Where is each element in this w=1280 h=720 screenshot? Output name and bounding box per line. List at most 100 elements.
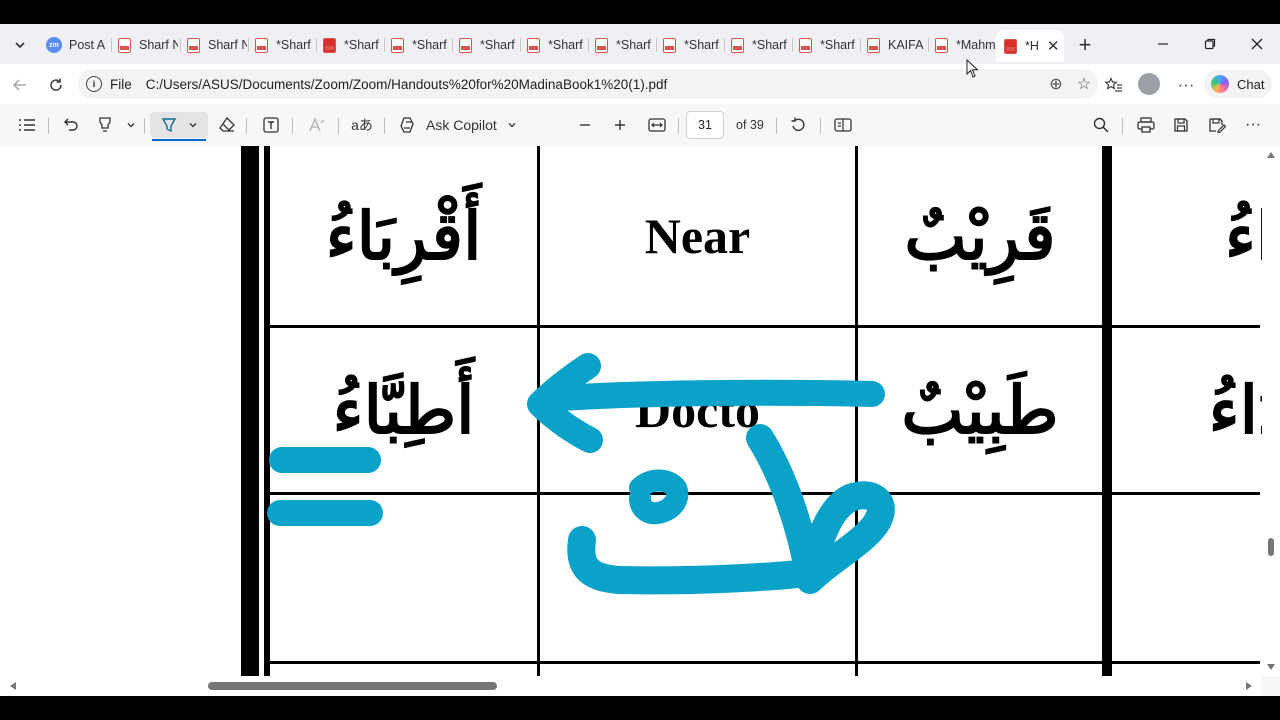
tab-0[interactable]: zm Post A	[46, 32, 108, 58]
table-border-thick	[241, 146, 259, 676]
vertical-scroll-thumb[interactable]	[1268, 538, 1274, 556]
tab-separator	[792, 38, 793, 52]
print-button[interactable]	[1135, 112, 1157, 138]
table-row-line	[270, 492, 1260, 495]
toolbar-separator	[1122, 118, 1123, 134]
back-arrow-icon	[12, 79, 26, 91]
read-aloud-button[interactable]: aあ	[350, 112, 374, 138]
tab-label: *Sharf	[276, 38, 311, 52]
save-button[interactable]	[1170, 112, 1192, 138]
print-icon	[1137, 117, 1155, 133]
vertical-scrollbar[interactable]	[1262, 146, 1280, 676]
pdf-icon	[254, 37, 268, 53]
page-total: of 39	[736, 118, 764, 132]
chat-label: Chat	[1237, 76, 1265, 92]
table-border-gap	[260, 146, 263, 676]
toolbar-separator	[820, 118, 821, 134]
tab-separator	[316, 38, 317, 52]
toolbar-separator	[292, 118, 293, 134]
tab-10[interactable]: *Sharf	[729, 32, 791, 58]
toolbar-separator	[776, 118, 777, 134]
more-dots-icon: ···	[1245, 116, 1261, 133]
tab-active[interactable]: *H ✕	[996, 30, 1064, 62]
minus-icon	[580, 124, 590, 126]
highlight-button[interactable]	[150, 112, 208, 141]
scroll-down-arrow-icon[interactable]	[1267, 664, 1275, 670]
save-as-button[interactable]	[1206, 112, 1228, 138]
tab-13[interactable]: *Mahm	[933, 32, 995, 58]
table-row-line	[270, 661, 1260, 664]
contents-button[interactable]	[16, 112, 38, 138]
pdf-more-button[interactable]: ···	[1242, 112, 1264, 138]
copilot-chat-button[interactable]: Chat	[1204, 70, 1272, 98]
browser-window: zm Post A Sharf N Sharf N *Sharf *Sharf …	[0, 24, 1280, 696]
pdf-icon	[458, 37, 472, 53]
new-tab-button[interactable]: +	[1072, 32, 1098, 58]
tab-list-button[interactable]	[6, 32, 34, 58]
favorites-button[interactable]	[1100, 71, 1128, 99]
tab-3[interactable]: *Sharf	[253, 32, 315, 58]
refresh-button[interactable]	[42, 71, 70, 99]
url-text[interactable]: C:/Users/ASUS/Documents/Zoom/Zoom/Handou…	[146, 77, 1042, 92]
tab-label: *Sharf	[412, 38, 447, 52]
tab-11[interactable]: *Sharf	[797, 32, 859, 58]
tab-8[interactable]: *Sharf	[593, 32, 655, 58]
rotate-button[interactable]	[787, 112, 809, 138]
tab-6[interactable]: *Sharf	[457, 32, 519, 58]
horizontal-scrollbar[interactable]	[0, 676, 1262, 696]
scroll-left-arrow-icon[interactable]	[10, 682, 16, 690]
page-view-icon	[834, 118, 852, 132]
text-format-button[interactable]	[306, 112, 328, 138]
back-button[interactable]	[6, 71, 34, 99]
tab-2[interactable]: Sharf N	[185, 32, 247, 58]
tab-separator	[384, 38, 385, 52]
chevron-down-icon	[127, 123, 135, 128]
zoom-in-button[interactable]	[610, 112, 630, 138]
add-text-button[interactable]	[260, 112, 282, 138]
find-button[interactable]	[1090, 112, 1112, 138]
more-dots-icon: ···	[1177, 75, 1195, 94]
scroll-right-arrow-icon[interactable]	[1246, 682, 1252, 690]
tab-5[interactable]: *Sharf	[389, 32, 451, 58]
pdf-icon	[866, 37, 880, 53]
ask-copilot-button[interactable]: Ask Copilot	[398, 112, 520, 138]
tab-7[interactable]: *Sharf	[525, 32, 587, 58]
rotate-icon	[791, 117, 805, 132]
horizontal-scroll-thumb[interactable]	[208, 682, 497, 690]
pdf-viewport[interactable]: أَقْرِبَاءُ Near قَرِيْبٌ ـرَاءُ أَطِبَّ…	[0, 146, 1262, 676]
page-margin	[0, 146, 240, 676]
address-bar[interactable]: i File C:/Users/ASUS/Documents/Zoom/Zoom…	[78, 69, 1098, 99]
tab-label: *Sharf	[616, 38, 651, 52]
minimize-button[interactable]	[1140, 24, 1186, 64]
fit-to-width-button[interactable]	[646, 112, 668, 138]
list-icon	[19, 119, 35, 131]
tab-4[interactable]: *Sharf	[321, 32, 383, 58]
scroll-up-arrow-icon[interactable]	[1267, 152, 1275, 158]
info-icon[interactable]: i	[86, 76, 102, 92]
save-icon	[1174, 118, 1188, 132]
draw-options-button[interactable]	[124, 112, 138, 138]
pdf-icon	[594, 37, 608, 53]
pdf-icon	[117, 37, 131, 53]
tab-1[interactable]: Sharf N	[116, 32, 178, 58]
tab-9[interactable]: *Sharf	[661, 32, 723, 58]
close-window-button[interactable]	[1234, 24, 1280, 64]
profile-avatar[interactable]	[1138, 73, 1160, 95]
page-number-input[interactable]: 31	[686, 111, 724, 139]
more-menu-button[interactable]: ···	[1172, 71, 1200, 99]
restore-button[interactable]	[1187, 24, 1233, 64]
zoom-page-icon[interactable]: ⊕	[1042, 74, 1070, 94]
table-divider-thick	[1102, 146, 1112, 676]
close-tab-icon[interactable]: ✕	[1047, 37, 1060, 55]
refresh-icon	[50, 78, 62, 91]
page-view-button[interactable]	[832, 112, 854, 138]
erase-button[interactable]	[216, 112, 238, 138]
partial-cell: ـدَاءُ	[1208, 371, 1262, 449]
draw-button[interactable]	[94, 112, 116, 138]
tab-12[interactable]: KAIFA	[865, 32, 927, 58]
close-icon	[1251, 38, 1263, 50]
favorite-star-icon[interactable]: ☆	[1070, 74, 1098, 94]
url-scheme: File	[110, 76, 132, 92]
undo-button[interactable]	[60, 112, 82, 138]
zoom-out-button[interactable]	[575, 112, 595, 138]
